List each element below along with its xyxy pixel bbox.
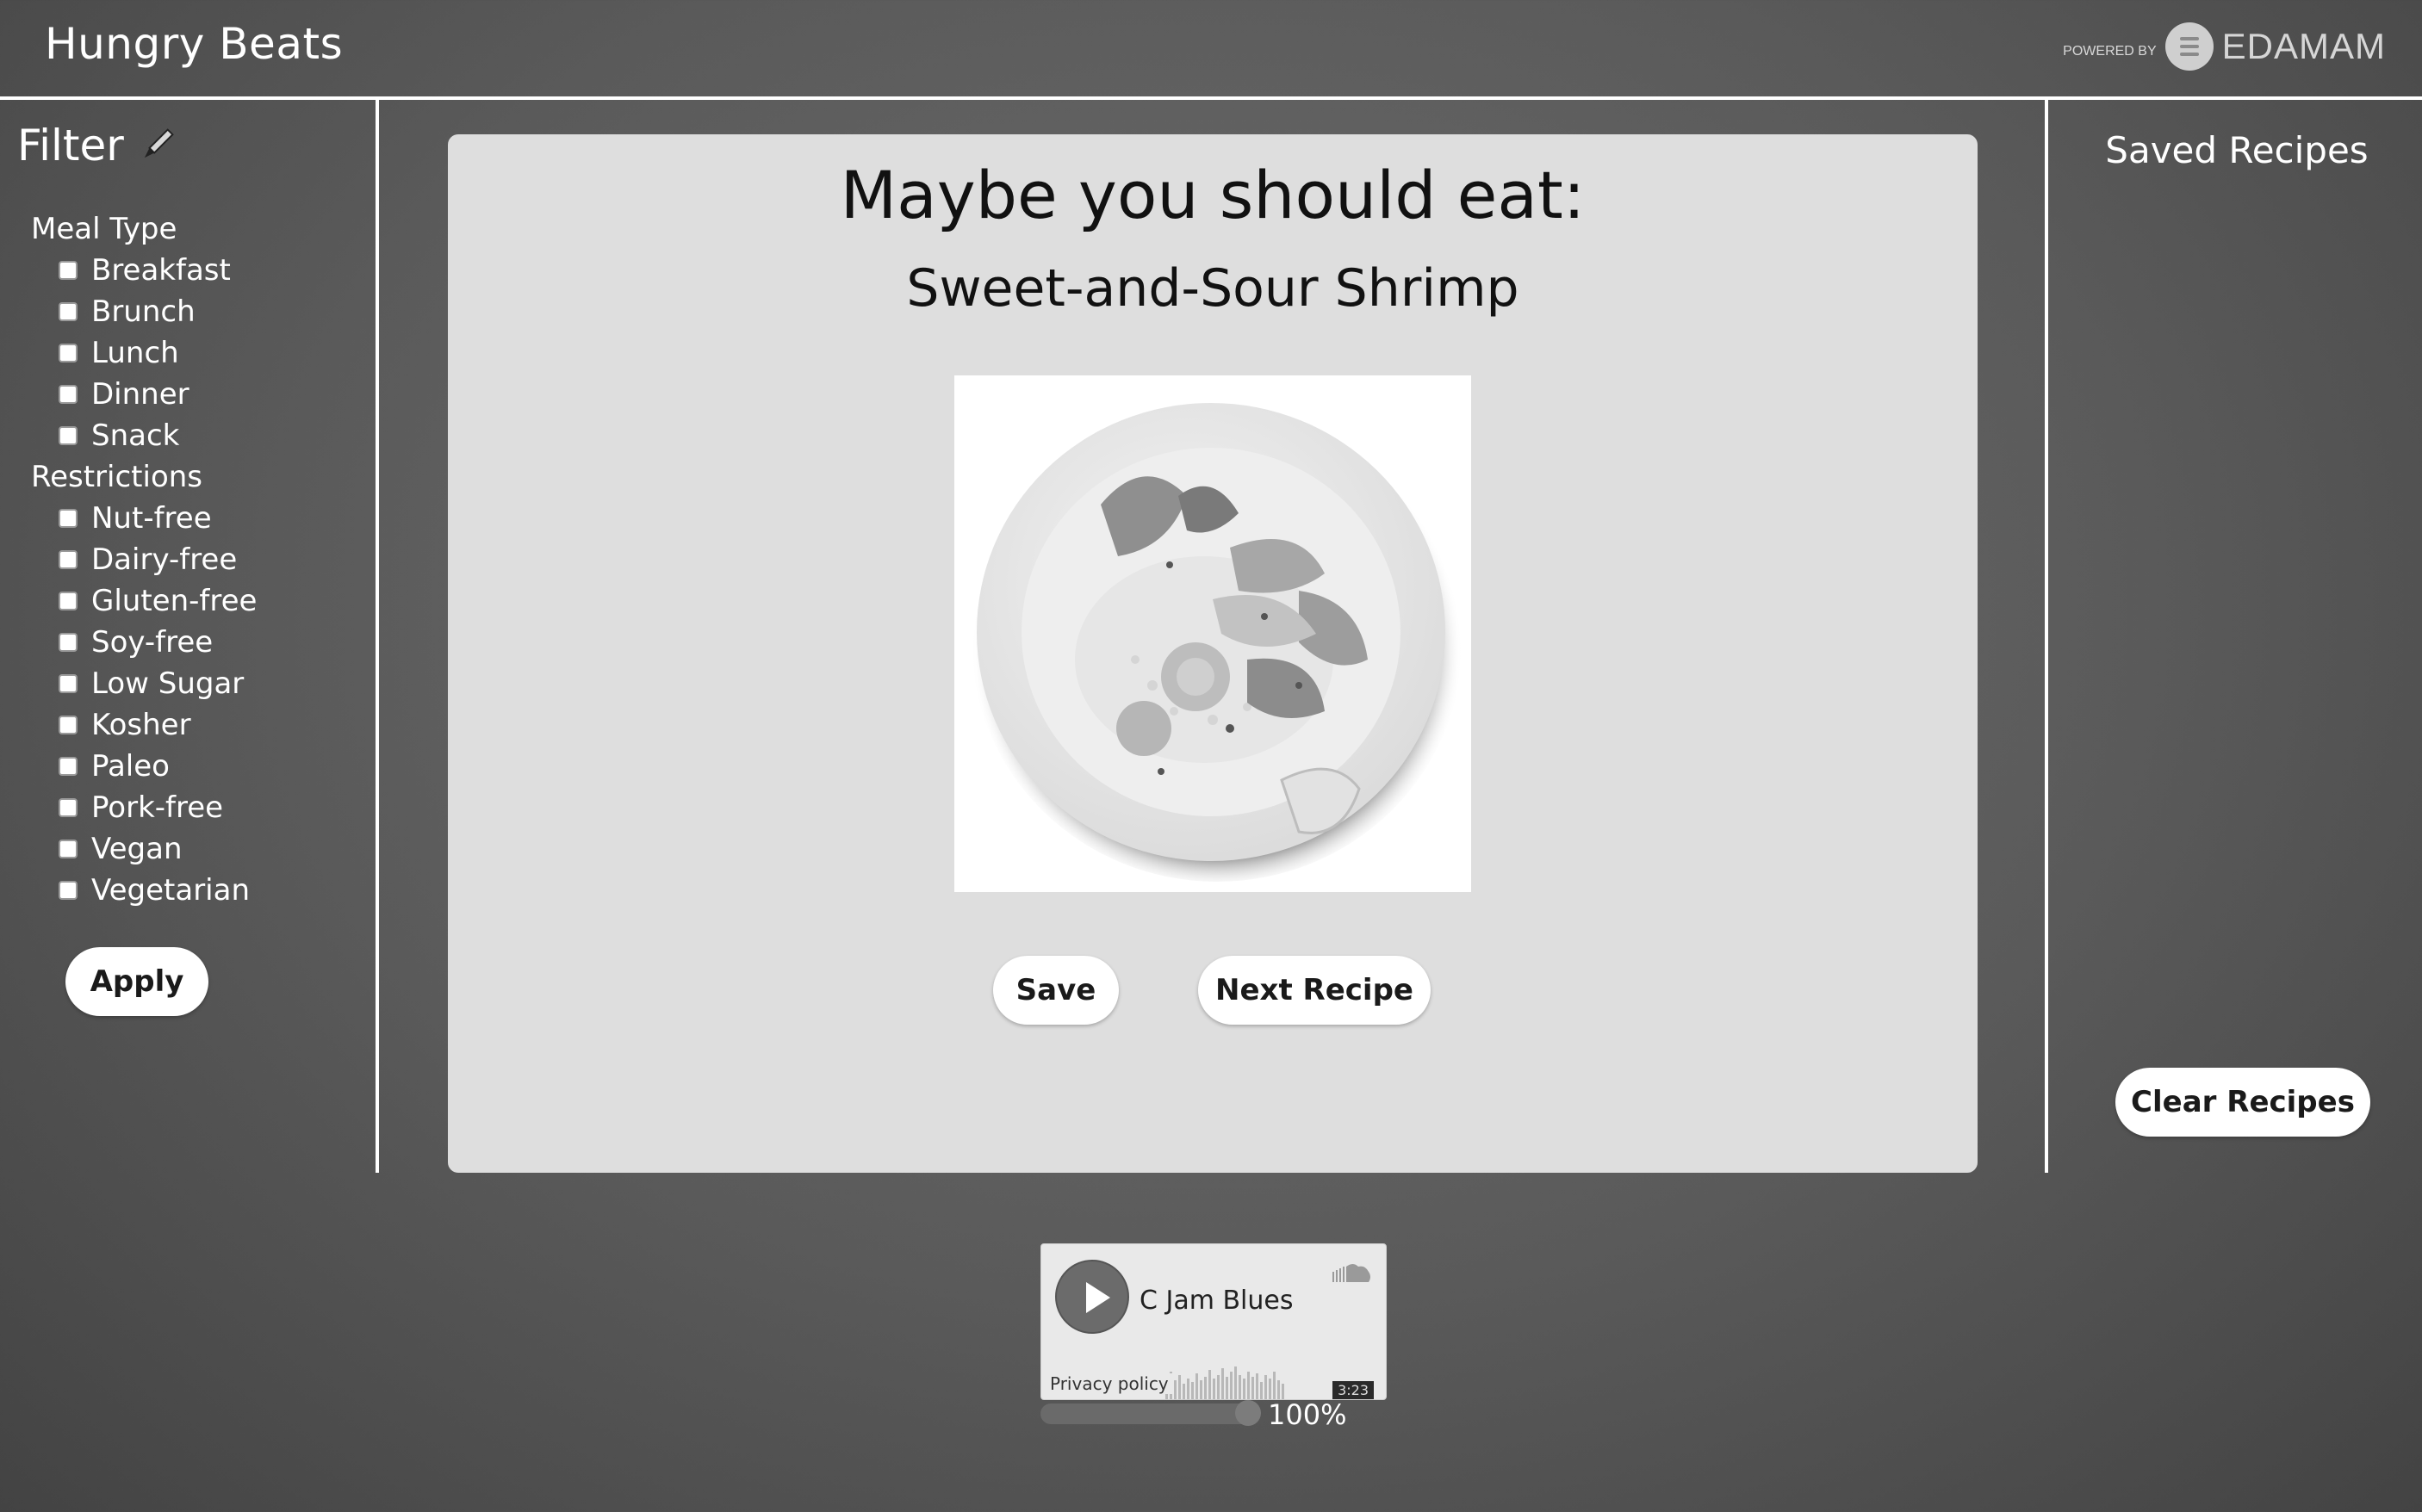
powered-by-text: POWERED BY	[2063, 44, 2157, 59]
powered-by-edamam[interactable]: POWERED BY EDAMAM	[2063, 22, 2386, 71]
filter-sidebar: Filter Meal Type Breakfast Brunch Lunch …	[0, 100, 379, 1173]
track-duration: 3:23	[1332, 1381, 1374, 1399]
option-label: Snack	[91, 418, 180, 453]
shrimp-dish-photo	[972, 403, 1463, 882]
option-label: Pork-free	[91, 790, 224, 825]
restriction-option-nut-free[interactable]: Nut-free	[59, 501, 212, 536]
gluten-free-checkbox[interactable]	[59, 592, 78, 610]
option-label: Soy-free	[91, 625, 214, 660]
restriction-option-paleo[interactable]: Paleo	[59, 749, 170, 784]
restriction-option-dairy-free[interactable]: Dairy-free	[59, 542, 237, 577]
option-label: Dairy-free	[91, 542, 238, 577]
edamam-brand-text: EDAMAM	[2221, 26, 2386, 66]
soundcloud-icon[interactable]	[1331, 1261, 1372, 1284]
next-recipe-button[interactable]: Next Recipe	[1198, 956, 1431, 1025]
save-button[interactable]: Save	[993, 956, 1119, 1025]
option-label: Nut-free	[91, 501, 212, 536]
pen-icon	[144, 128, 174, 158]
edamam-logo-icon	[2164, 22, 2214, 71]
volume-label: 100%	[1268, 1398, 1347, 1431]
restriction-option-kosher[interactable]: Kosher	[59, 708, 191, 742]
saved-recipes-title: Saved Recipes	[2105, 129, 2369, 171]
option-label: Gluten-free	[91, 584, 258, 618]
saved-recipes-panel: Saved Recipes Clear Recipes	[2045, 100, 2422, 1173]
apply-button[interactable]: Apply	[65, 947, 208, 1016]
lunch-checkbox[interactable]	[59, 344, 78, 363]
restriction-option-gluten-free[interactable]: Gluten-free	[59, 584, 257, 618]
recipe-name: Sweet-and-Sour Shrimp	[906, 258, 1519, 319]
filter-heading: Filter	[17, 121, 177, 170]
restriction-option-vegan[interactable]: Vegan	[59, 832, 183, 866]
option-label: Breakfast	[91, 253, 231, 288]
restriction-option-pork-free[interactable]: Pork-free	[59, 790, 223, 825]
dinner-checkbox[interactable]	[59, 385, 78, 404]
privacy-policy-link[interactable]: Privacy policy	[1046, 1373, 1172, 1394]
restrictions-label: Restrictions	[31, 460, 203, 494]
breakfast-checkbox[interactable]	[59, 261, 78, 280]
snack-checkbox[interactable]	[59, 426, 78, 445]
vegan-checkbox[interactable]	[59, 840, 78, 858]
option-label: Kosher	[91, 708, 191, 742]
option-label: Paleo	[91, 749, 170, 784]
app-header: Hungry Beats POWERED BY EDAMAM	[0, 0, 2422, 100]
meal-type-option-breakfast[interactable]: Breakfast	[59, 253, 231, 288]
pork-free-checkbox[interactable]	[59, 798, 78, 817]
kosher-checkbox[interactable]	[59, 716, 78, 734]
meal-type-option-snack[interactable]: Snack	[59, 418, 179, 453]
dairy-free-checkbox[interactable]	[59, 550, 78, 569]
soy-free-checkbox[interactable]	[59, 633, 78, 652]
option-label: Low Sugar	[91, 666, 245, 701]
recipe-image	[954, 375, 1471, 892]
soundcloud-player: C Jam Blues Privacy policy 3:23	[1040, 1243, 1387, 1400]
meal-type-option-dinner[interactable]: Dinner	[59, 377, 189, 412]
app-title: Hungry Beats	[45, 19, 344, 69]
restriction-option-low-sugar[interactable]: Low Sugar	[59, 666, 244, 701]
paleo-checkbox[interactable]	[59, 757, 78, 776]
option-label: Brunch	[91, 294, 196, 329]
vegetarian-checkbox[interactable]	[59, 881, 78, 900]
recipe-headline: Maybe you should eat:	[840, 157, 1586, 233]
option-label: Vegetarian	[91, 873, 251, 908]
option-label: Vegan	[91, 832, 183, 866]
clear-recipes-button[interactable]: Clear Recipes	[2115, 1068, 2370, 1137]
option-label: Dinner	[91, 377, 189, 412]
restriction-option-vegetarian[interactable]: Vegetarian	[59, 873, 250, 908]
track-title[interactable]: C Jam Blues	[1140, 1286, 1294, 1316]
play-icon[interactable]	[1055, 1260, 1129, 1334]
filter-title: Filter	[17, 121, 124, 170]
recipe-card: Maybe you should eat: Sweet-and-Sour Shr…	[448, 134, 1978, 1173]
meal-type-label: Meal Type	[31, 212, 177, 246]
volume-handle[interactable]	[1235, 1400, 1261, 1426]
nut-free-checkbox[interactable]	[59, 509, 78, 528]
meal-type-option-lunch[interactable]: Lunch	[59, 336, 179, 370]
restriction-option-soy-free[interactable]: Soy-free	[59, 625, 213, 660]
option-label: Lunch	[91, 336, 179, 370]
brunch-checkbox[interactable]	[59, 302, 78, 321]
low-sugar-checkbox[interactable]	[59, 674, 78, 693]
meal-type-option-brunch[interactable]: Brunch	[59, 294, 196, 329]
volume-slider[interactable]	[1040, 1400, 1261, 1426]
